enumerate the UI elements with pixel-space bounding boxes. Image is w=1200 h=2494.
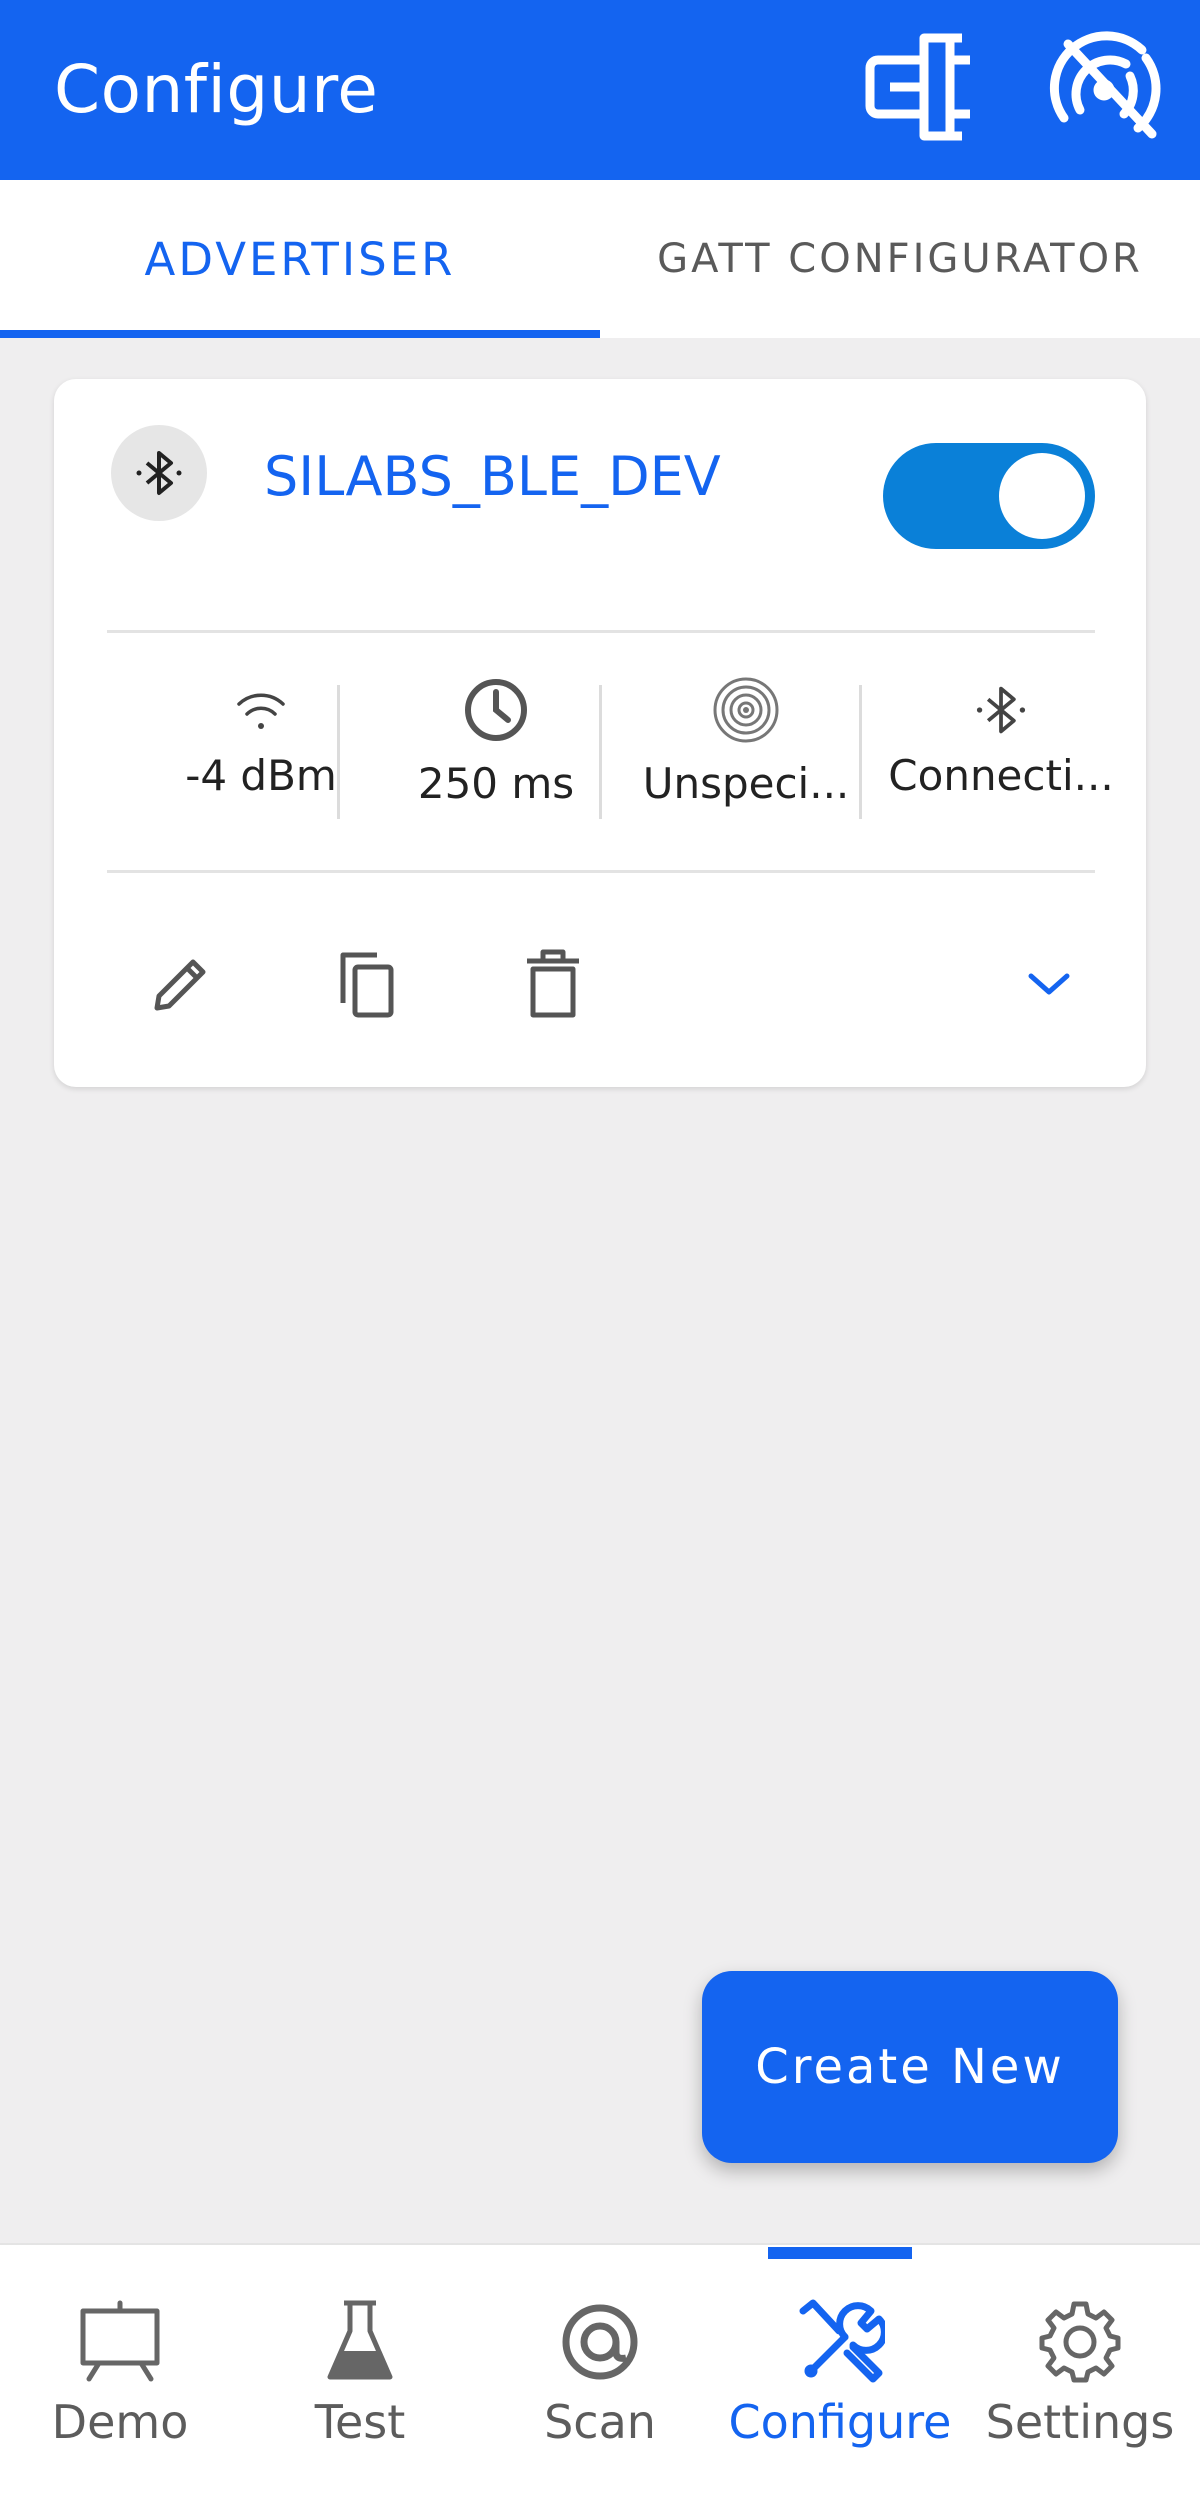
tools-icon <box>799 2299 885 2383</box>
edit-button[interactable] <box>136 939 226 1029</box>
nav-active-indicator <box>768 2247 912 2259</box>
expand-button[interactable] <box>1004 939 1094 1029</box>
create-new-button[interactable]: Create New <box>702 1971 1118 2163</box>
wifi-signal-icon <box>237 693 285 729</box>
stat-separator <box>599 685 602 819</box>
easel-icon <box>80 2300 160 2382</box>
edit-icon <box>154 959 206 1011</box>
page-title: Configure <box>54 51 379 128</box>
stat-tx-power: -4 dBm <box>131 675 391 825</box>
delete-icon <box>527 949 579 1018</box>
broadcast-icon <box>713 677 779 743</box>
stat-type: Unspeci... <box>626 675 866 825</box>
tab-gatt-configurator[interactable]: GATT CONFIGURATOR <box>600 180 1200 338</box>
tab-bar: ADVERTISER GATT CONFIGURATOR <box>0 180 1200 338</box>
tab-advertiser[interactable]: ADVERTISER <box>0 180 600 338</box>
delete-button[interactable] <box>508 939 598 1029</box>
advertise-off-icon[interactable] <box>1046 28 1164 146</box>
bluetooth-icon <box>976 686 1026 734</box>
nav-item-settings[interactable]: Settings <box>960 2245 1200 2494</box>
gear-icon <box>1039 2301 1121 2383</box>
divider <box>107 870 1095 873</box>
stat-interval: 250 ms <box>391 675 601 825</box>
divider <box>107 630 1095 633</box>
tab-indicator <box>0 330 600 338</box>
nav-item-scan[interactable]: Scan <box>480 2245 720 2494</box>
device-icon[interactable] <box>862 28 980 146</box>
toggle-knob <box>999 453 1085 539</box>
bluetooth-icon <box>136 451 182 495</box>
stat-separator <box>337 685 340 819</box>
nav-item-test[interactable]: Test <box>240 2245 480 2494</box>
copy-button[interactable] <box>322 939 412 1029</box>
bluetooth-avatar <box>111 425 207 521</box>
copy-icon <box>340 952 394 1018</box>
clock-icon <box>465 679 527 741</box>
advertiser-toggle[interactable] <box>883 443 1095 549</box>
flask-icon <box>327 2300 393 2380</box>
advertiser-name: SILABS_BLE_DEV <box>264 445 721 508</box>
chevron-down-icon <box>1028 973 1070 995</box>
stat-separator <box>859 685 862 819</box>
scan-icon <box>562 2304 638 2380</box>
stat-connectable: Connecti... <box>881 675 1121 825</box>
advertiser-card[interactable]: SILABS_BLE_DEV -4 dBm 250 ms Unspeci... … <box>54 379 1146 1087</box>
app-bar: Configure <box>0 0 1200 180</box>
bottom-nav: Demo Test Scan Configure Settings <box>0 2243 1200 2494</box>
nav-item-configure[interactable]: Configure <box>720 2245 960 2494</box>
nav-item-demo[interactable]: Demo <box>0 2245 240 2494</box>
